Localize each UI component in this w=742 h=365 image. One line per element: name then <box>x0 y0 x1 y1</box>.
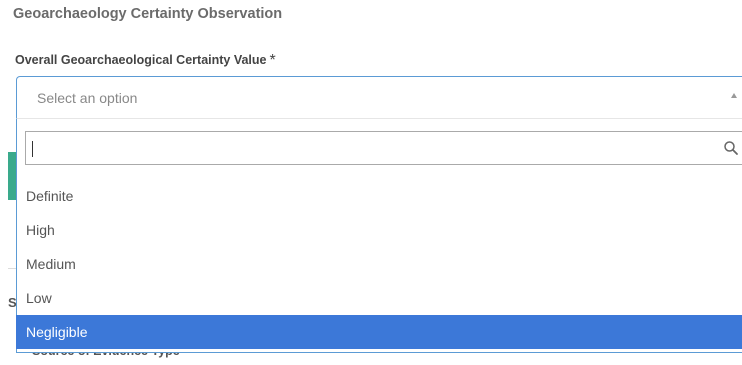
option-low[interactable]: Low <box>16 281 742 315</box>
section-title: Geoarchaeology Certainty Observation <box>13 6 283 22</box>
certainty-select[interactable]: Select an option <box>16 76 742 118</box>
option-high[interactable]: High <box>16 213 742 247</box>
section-divider <box>8 268 16 269</box>
form-page: Geoarchaeology Certainty Observation Ove… <box>0 0 742 365</box>
option-negligible[interactable]: Negligible <box>16 315 742 349</box>
option-definite[interactable]: Definite <box>16 179 742 213</box>
text-cursor <box>32 141 33 157</box>
option-list: Definite High Medium Low Negligible <box>16 179 742 349</box>
select-placeholder: Select an option <box>37 90 138 106</box>
search-field[interactable] <box>25 131 742 165</box>
field-label-text: Overall Geoarchaeological Certainty Valu… <box>15 53 267 67</box>
search-icon <box>724 141 738 155</box>
field-label: Overall Geoarchaeological Certainty Valu… <box>15 52 276 70</box>
accent-bar <box>8 152 16 200</box>
search-input[interactable] <box>26 132 742 164</box>
option-medium[interactable]: Medium <box>16 247 742 281</box>
select-dropdown: Definite High Medium Low Negligible <box>16 118 742 353</box>
required-marker: * <box>269 52 276 69</box>
chevron-up-icon[interactable] <box>731 93 737 98</box>
